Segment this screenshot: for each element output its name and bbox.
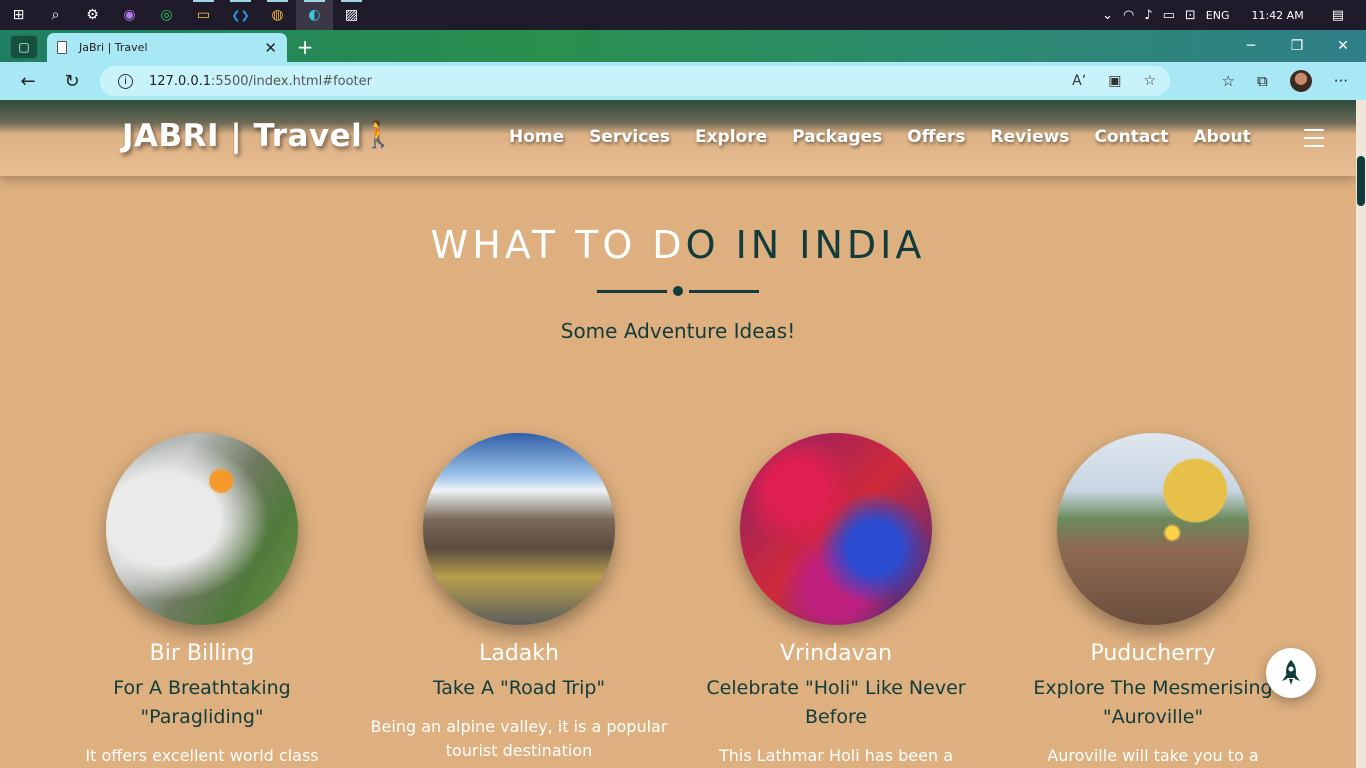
- volume-icon[interactable]: ♪: [1144, 8, 1152, 23]
- nav-contact[interactable]: Contact: [1094, 127, 1168, 147]
- hamburger-menu-icon[interactable]: [1304, 129, 1324, 153]
- back-arrow-icon[interactable]: ←: [6, 62, 50, 100]
- minimize-icon[interactable]: ─: [1228, 30, 1274, 62]
- address-toolbar: ← ↻ i 127.0.0.1:5500/index.html#footer A…: [0, 62, 1366, 100]
- language-indicator[interactable]: ENG: [1206, 9, 1230, 22]
- read-aloud-icon[interactable]: A՚: [1072, 73, 1086, 89]
- workspaces-icon[interactable]: ▢: [10, 35, 38, 59]
- url-path: :5500/index.html#footer: [211, 73, 373, 89]
- immersive-reader-icon[interactable]: ▣: [1108, 73, 1121, 89]
- github-desktop-icon[interactable]: ◉: [111, 0, 148, 30]
- card-description: This Lathmar Holi has been a: [718, 746, 953, 765]
- url-host: 127.0.0.1: [149, 73, 212, 89]
- close-tab-icon[interactable]: ✕: [264, 39, 277, 57]
- site-header: JABRI | Travel 🚶 Home Services Explore P…: [0, 100, 1356, 176]
- chevron-up-icon[interactable]: ⌄: [1102, 8, 1113, 23]
- card-title: Vrindavan: [779, 641, 893, 666]
- meet-now-icon[interactable]: ⊡: [1185, 8, 1196, 23]
- system-tray: ⌄ ◠ ♪ ▭ ⊡ ENG 11:42 AM ▤: [1102, 0, 1366, 30]
- card-title: Puducherry: [1090, 641, 1216, 666]
- card-tagline: Take A "Road Trip": [432, 677, 606, 699]
- spotify-icon[interactable]: ◎: [148, 0, 185, 30]
- card-title: Ladakh: [479, 641, 559, 666]
- card-description: Auroville will take you to a: [1047, 746, 1259, 765]
- settings-gear-icon[interactable]: ⚙: [74, 0, 111, 30]
- chrome-icon[interactable]: ◍: [259, 0, 296, 30]
- collections-icon[interactable]: ⧉: [1257, 72, 1268, 90]
- nav-home[interactable]: Home: [509, 127, 564, 147]
- close-window-icon[interactable]: ✕: [1320, 30, 1366, 62]
- page-icon: [57, 41, 67, 54]
- vrindavan-image: [740, 433, 932, 625]
- page-scrollbar[interactable]: [1356, 100, 1366, 768]
- site-logo[interactable]: JABRI | Travel: [122, 118, 362, 154]
- refresh-icon[interactable]: ↻: [50, 62, 94, 100]
- new-tab-icon[interactable]: +: [294, 35, 316, 59]
- favorites-icon[interactable]: ☆: [1222, 72, 1235, 90]
- puducherry-image: [1057, 433, 1249, 625]
- info-icon[interactable]: i: [118, 73, 133, 89]
- activity-card: Ladakh Take A "Road Trip" Being an alpin…: [369, 433, 669, 763]
- ladakh-image: [423, 433, 615, 625]
- activity-card: Bir Billing For A Breathtaking "Paraglid…: [52, 433, 352, 768]
- clock[interactable]: 11:42 AM: [1251, 9, 1303, 22]
- section-heading: WHAT TO DO IN INDIA: [430, 223, 926, 267]
- nav-offers[interactable]: Offers: [907, 127, 965, 147]
- notification-icon[interactable]: ▤: [1332, 8, 1344, 23]
- browser-tab[interactable]: JaBri | Travel ✕: [47, 33, 287, 62]
- vscode-icon[interactable]: ❮❯: [222, 0, 259, 30]
- hiker-icon: 🚶: [362, 120, 395, 150]
- windows-taskbar: ⊞ ⌕ ⚙ ◉ ◎ ▭ ❮❯ ◍ ◐ ▨ ⌄ ◠ ♪ ▭ ⊡ ENG 11:42…: [0, 0, 1366, 30]
- activity-card: Puducherry Explore The Mesmerising "Auro…: [1003, 433, 1303, 768]
- nav-services[interactable]: Services: [589, 127, 670, 147]
- search-icon[interactable]: ⌕: [37, 0, 74, 30]
- card-description: It offers excellent world class: [85, 746, 319, 765]
- windows-start-icon[interactable]: ⊞: [0, 0, 37, 30]
- nav-packages[interactable]: Packages: [792, 127, 882, 147]
- nav-explore[interactable]: Explore: [695, 127, 767, 147]
- card-title: Bir Billing: [149, 641, 255, 666]
- web-page: JABRI | Travel 🚶 Home Services Explore P…: [0, 100, 1356, 768]
- more-menu-icon[interactable]: ···: [1334, 72, 1348, 90]
- edge-icon[interactable]: ◐: [296, 0, 333, 30]
- profile-avatar[interactable]: [1289, 70, 1312, 92]
- add-favorite-icon[interactable]: ☆: [1143, 73, 1156, 89]
- section-subheading: Some Adventure Ideas!: [560, 319, 796, 343]
- wifi-icon[interactable]: ◠: [1123, 8, 1134, 23]
- scrollbar-thumb[interactable]: [1357, 156, 1365, 206]
- restore-icon[interactable]: ❐: [1274, 30, 1320, 62]
- nav-reviews[interactable]: Reviews: [991, 127, 1070, 147]
- file-explorer-icon[interactable]: ▭: [185, 0, 222, 30]
- scroll-to-top-rocket-icon[interactable]: [1266, 648, 1316, 698]
- window-controls: ─ ❐ ✕: [1228, 30, 1366, 62]
- photos-icon[interactable]: ▨: [333, 0, 370, 30]
- card-description: Being an alpine valley, it is a popular …: [370, 717, 668, 760]
- card-tagline: Celebrate "Holi" Like Never Before: [706, 677, 966, 728]
- bir-billing-image: [106, 433, 298, 625]
- activity-card: Vrindavan Celebrate "Holi" Like Never Be…: [686, 433, 986, 768]
- heading-divider: [597, 286, 759, 296]
- tab-title: JaBri | Travel: [79, 41, 148, 54]
- address-bar[interactable]: i 127.0.0.1:5500/index.html#footer A՚ ▣ …: [100, 66, 1170, 96]
- card-tagline: Explore The Mesmerising "Auroville": [1033, 677, 1273, 728]
- main-nav: Home Services Explore Packages Offers Re…: [509, 127, 1251, 147]
- battery-icon[interactable]: ▭: [1163, 8, 1175, 23]
- nav-about[interactable]: About: [1194, 127, 1251, 147]
- card-tagline: For A Breathtaking "Paragliding": [113, 677, 291, 728]
- browser-tab-strip: ▢ JaBri | Travel ✕ +: [0, 30, 1366, 62]
